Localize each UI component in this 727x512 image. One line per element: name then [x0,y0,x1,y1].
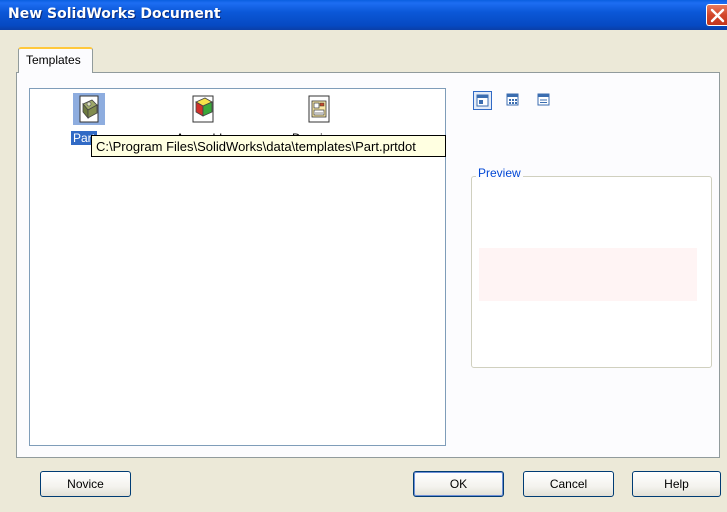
window-title: New SolidWorks Document [8,6,221,22]
large-icons-view-button[interactable] [473,91,492,110]
tab-templates[interactable]: Templates [18,47,93,73]
drawing-icon [308,95,330,123]
details-view-icon [537,93,550,106]
list-view-button[interactable] [504,91,523,110]
large-icons-view-icon [476,94,489,107]
template-part[interactable] [72,92,112,126]
part-icon [73,93,105,125]
details-view-button[interactable] [535,91,554,110]
template-drawing[interactable] [303,92,343,126]
help-button[interactable]: Help [632,471,721,497]
list-view-icon [506,93,519,106]
title-bar[interactable]: New SolidWorks Document [0,0,727,30]
cancel-button[interactable]: Cancel [523,471,614,497]
preview-legend: Preview [476,166,523,180]
close-button[interactable] [706,4,727,26]
preview-image [479,248,697,301]
tab-label: Templates [26,53,81,67]
ok-button[interactable]: OK [413,471,504,497]
close-icon [710,8,725,23]
path-tooltip: C:\Program Files\SolidWorks\data\templat… [91,135,446,157]
assembly-icon [192,95,214,123]
novice-button[interactable]: Novice [40,471,131,497]
template-assembly[interactable] [187,92,227,126]
